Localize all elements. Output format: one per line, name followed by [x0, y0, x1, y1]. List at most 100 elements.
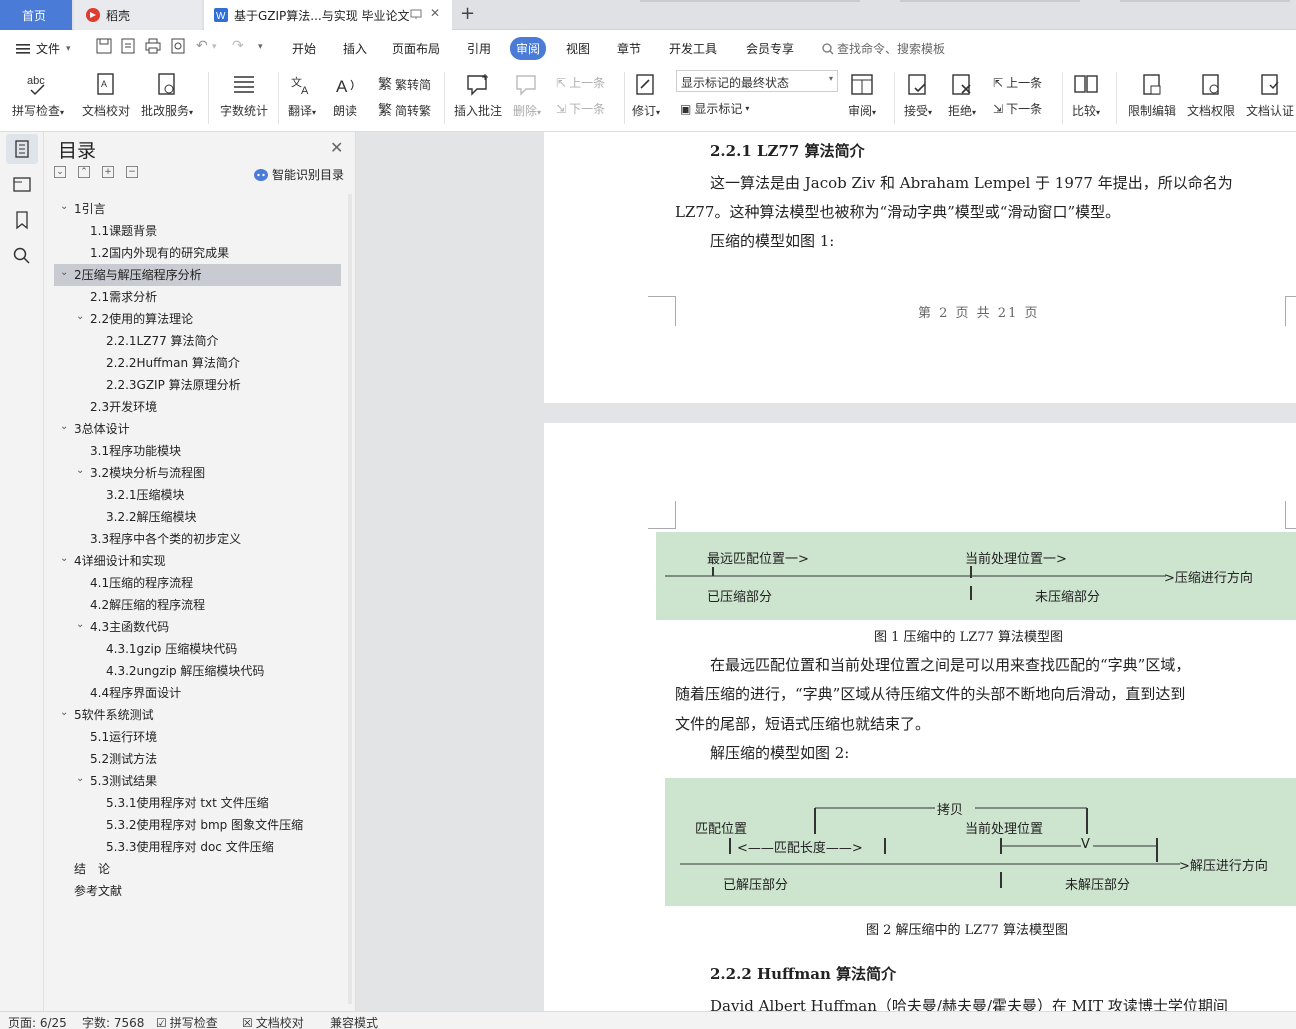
toc-item[interactable]: 3.1程序功能模块 — [90, 440, 181, 462]
menu-item-view[interactable]: 视图 — [566, 40, 590, 57]
spell-check-status[interactable]: ☑ 拼写检查 — [156, 1014, 218, 1029]
search-icon[interactable] — [12, 246, 32, 266]
toc-item[interactable]: 5.3测试结果 — [90, 770, 157, 792]
menu-item-review[interactable]: 审阅 — [510, 37, 547, 60]
delete-comment-button[interactable]: 删除▾ — [513, 72, 541, 119]
toc-item[interactable]: 1引言 — [74, 198, 106, 220]
toc-item[interactable]: 1.2国内外现有的研究成果 — [90, 242, 229, 264]
toc-item[interactable]: 2压缩与解压缩程序分析 — [74, 264, 202, 286]
word-count-indicator[interactable]: 字数: 7568 — [82, 1014, 144, 1029]
toc-toggle-icon[interactable]: ⌄ — [60, 421, 68, 432]
command-search[interactable]: 查找命令、搜索模板 — [822, 40, 945, 57]
toc-item[interactable]: 3.2模块分析与流程图 — [90, 462, 205, 484]
menu-item-member[interactable]: 会员专享 — [746, 40, 794, 57]
remove-heading-icon[interactable]: − — [126, 166, 138, 178]
toc-item[interactable]: 2.2使用的算法理论 — [90, 308, 193, 330]
next-change-button[interactable]: ⇲ 下一条 — [993, 100, 1042, 117]
toc-item[interactable]: 5.3.1使用程序对 txt 文件压缩 — [106, 792, 269, 814]
translate-button[interactable]: 文A 翻译▾ — [288, 72, 316, 119]
revise-button[interactable]: 修订▾ — [632, 72, 660, 119]
toc-item[interactable]: 4.4程序界面设计 — [90, 682, 181, 704]
toc-item[interactable]: 1.1课题背景 — [90, 220, 157, 242]
print-preview-icon[interactable] — [170, 38, 188, 56]
screen-icon[interactable] — [410, 8, 422, 20]
prev-change-button[interactable]: ⇱ 上一条 — [993, 74, 1042, 91]
review-pane-button[interactable]: 审阅▾ — [848, 72, 876, 119]
doc-permission-button[interactable]: 文档权限 — [1187, 72, 1235, 119]
toc-pane-icon[interactable] — [6, 134, 38, 164]
toc-item[interactable]: 4.3主函数代码 — [90, 616, 169, 638]
toc-toggle-icon[interactable]: ⌄ — [76, 619, 84, 630]
save-icon[interactable] — [96, 38, 114, 56]
doc-proof-button[interactable]: A 文档校对 — [82, 72, 130, 119]
toc-toggle-icon[interactable]: ⌄ — [60, 267, 68, 278]
toc-item[interactable]: 4.3.2ungzip 解压缩模块代码 — [106, 660, 264, 682]
toc-item[interactable]: 2.2.1LZ77 算法简介 — [106, 330, 219, 352]
menu-item-start[interactable]: 开始 — [292, 40, 316, 57]
toc-toggle-icon[interactable]: ⌄ — [60, 707, 68, 718]
toc-item[interactable]: 5软件系统测试 — [74, 704, 154, 726]
tab-document[interactable]: W 基于GZIP算法...与实现 毕业论文 ✕ — [204, 0, 452, 30]
toc-toggle-icon[interactable]: ⌄ — [60, 553, 68, 564]
toc-toggle-icon[interactable]: ⌄ — [76, 311, 84, 322]
chapter-nav-icon[interactable] — [12, 174, 32, 194]
chevron-down-icon[interactable]: ▾ — [212, 42, 230, 60]
to-simplified-button[interactable]: 繁简转繁 — [378, 100, 431, 120]
toc-item[interactable]: 5.1运行环境 — [90, 726, 157, 748]
doc-proof-status[interactable]: ☒ 文档校对 — [242, 1014, 304, 1029]
toc-toggle-icon[interactable]: ⌄ — [76, 465, 84, 476]
toc-item[interactable]: 参考文献 — [74, 880, 122, 902]
toc-item[interactable]: 2.1需求分析 — [90, 286, 157, 308]
menu-item-layout[interactable]: 页面布局 — [392, 40, 440, 57]
toc-item[interactable]: 5.3.2使用程序对 bmp 图象文件压缩 — [106, 814, 303, 836]
reject-button[interactable]: 拒绝▾ — [948, 72, 976, 119]
smart-toc-button[interactable]: 智能识别目录 — [254, 166, 344, 183]
toc-item[interactable]: 3总体设计 — [74, 418, 130, 440]
tab-home[interactable]: 首页 — [0, 0, 72, 30]
close-tab-icon[interactable]: ✕ — [430, 6, 440, 20]
toc-item[interactable]: 2.3开发环境 — [90, 396, 157, 418]
compare-button[interactable]: 比较▾ — [1072, 72, 1100, 119]
menu-item-developer[interactable]: 开发工具 — [669, 40, 717, 57]
toc-item[interactable]: 3.2.1压缩模块 — [106, 484, 185, 506]
toc-item[interactable]: 4.3.1gzip 压缩模块代码 — [106, 638, 237, 660]
menu-item-insert[interactable]: 插入 — [343, 40, 367, 57]
expand-up-icon[interactable]: ⌃ — [78, 166, 90, 178]
toc-item[interactable]: 2.2.2Huffman 算法简介 — [106, 352, 240, 374]
tab-daoke[interactable]: 稻壳 — [74, 0, 202, 30]
toc-item[interactable]: 4.2解压缩的程序流程 — [90, 594, 205, 616]
scrollbar[interactable] — [348, 194, 352, 1004]
batch-service-button[interactable]: 批改服务▾ — [141, 72, 193, 119]
collapse-all-icon[interactable]: ⌄ — [54, 166, 66, 178]
new-tab-button[interactable]: + — [460, 3, 475, 24]
show-markup-button[interactable]: ▣ 显示标记 ▾ — [680, 100, 749, 117]
toc-toggle-icon[interactable]: ⌄ — [60, 201, 68, 212]
prev-comment-button[interactable]: ⇱ 上一条 — [556, 74, 605, 91]
close-icon[interactable]: ✕ — [330, 138, 343, 157]
markup-state-select[interactable]: 显示标记的最终状态 ▾ — [676, 70, 838, 92]
doc-certify-button[interactable]: 文档认证 — [1246, 72, 1294, 119]
toc-item[interactable]: 5.3.3使用程序对 doc 文件压缩 — [106, 836, 274, 858]
insert-comment-button[interactable]: 插入批注 — [454, 72, 502, 119]
toc-item[interactable]: 2.2.3GZIP 算法原理分析 — [106, 374, 241, 396]
bookmark-icon[interactable] — [12, 210, 32, 230]
restrict-edit-button[interactable]: 限制编辑 — [1128, 72, 1176, 119]
spell-check-button[interactable]: abc 拼写检查▾ — [12, 72, 64, 119]
export-pdf-icon[interactable] — [120, 38, 138, 56]
toc-item[interactable]: 3.2.2解压缩模块 — [106, 506, 197, 528]
print-icon[interactable] — [145, 38, 163, 56]
toc-item[interactable]: 结 论 — [74, 858, 110, 880]
to-traditional-button[interactable]: 繁繁转简 — [378, 74, 431, 94]
add-heading-icon[interactable]: + — [102, 166, 114, 178]
read-aloud-button[interactable]: A 朗读 — [333, 72, 359, 119]
toc-item[interactable]: 3.3程序中各个类的初步定义 — [90, 528, 241, 550]
redo-icon[interactable]: ↷ — [232, 38, 250, 56]
accept-button[interactable]: 接受▾ — [904, 72, 932, 119]
file-menu[interactable]: 文件 ▾ — [16, 40, 71, 57]
toc-toggle-icon[interactable]: ⌄ — [76, 773, 84, 784]
toc-item[interactable]: 5.2测试方法 — [90, 748, 157, 770]
page-indicator[interactable]: 页面: 6/25 — [8, 1014, 67, 1029]
menu-item-reference[interactable]: 引用 — [467, 40, 491, 57]
toc-item[interactable]: 4详细设计和实现 — [74, 550, 166, 572]
toc-item[interactable]: 4.1压缩的程序流程 — [90, 572, 193, 594]
